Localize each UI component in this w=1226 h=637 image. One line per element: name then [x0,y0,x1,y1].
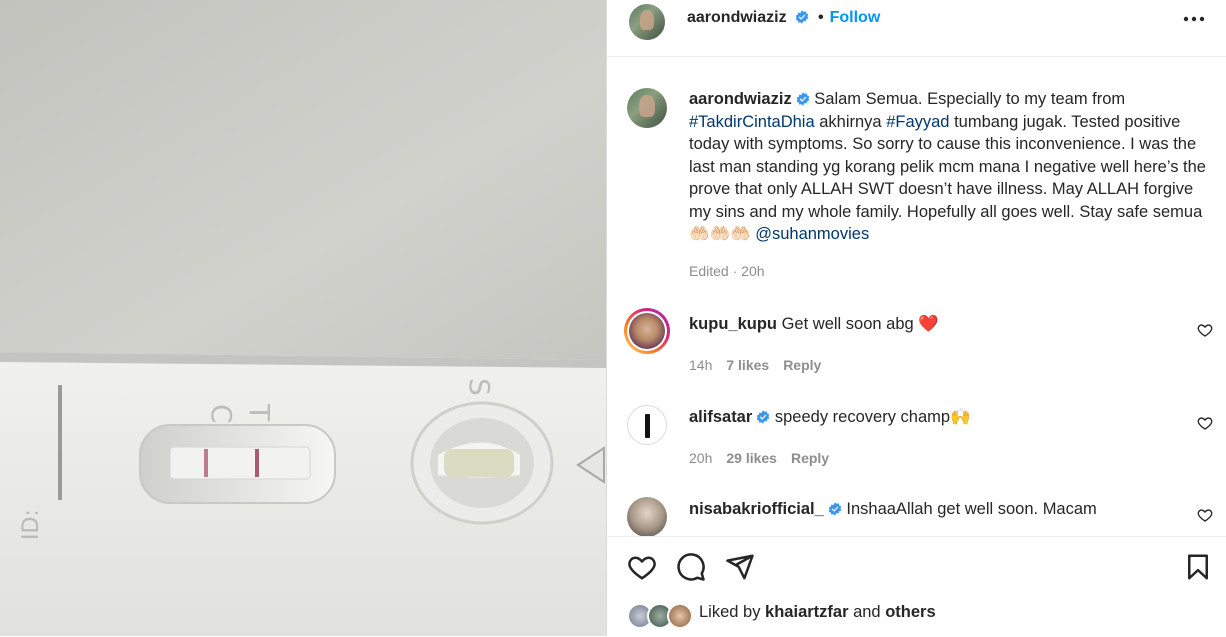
comment-kupu-kupu: kupu_kupu Get well soon abg ❤️ [689,315,939,334]
liked-by-label: Liked by [699,603,766,621]
like-comment-heart-icon[interactable] [1197,507,1213,523]
heart-outline-icon[interactable] [627,552,657,582]
comment-likes[interactable]: 7 likes [726,357,769,373]
comment-time[interactable]: 14h [689,357,712,373]
caption-author-avatar[interactable] [627,88,667,128]
comment-meta: 20h 29 likes Reply [689,450,829,466]
comment-text: speedy recovery champ🙌 [770,408,971,426]
test-mark-t: T [243,403,276,422]
edited-label: Edited [689,262,729,279]
like-comment-heart-icon[interactable] [1197,322,1213,338]
caption-text-3: tumbang jugak. Tested positive today wit… [689,112,1206,244]
liker-username[interactable]: khaiartzfar [765,603,848,621]
comment-username[interactable]: kupu_kupu [689,315,777,333]
comment-username[interactable]: nisabakriofficial_ [689,500,824,518]
test-mark-id: ID: [19,509,44,540]
liker-avatar[interactable] [667,603,693,629]
hashtag-link[interactable]: #Fayyad [886,113,949,131]
post-panel: aarondwiaziz • Follow aarondwiaziz Salam … [606,0,1226,637]
author-username[interactable]: aarondwiaziz [687,9,809,27]
comment-avatar-ring[interactable] [624,308,670,354]
header-divider [607,56,1226,57]
comment-meta: 14h 7 likes Reply [689,357,821,373]
comment-text: InshaaAllah get well soon. Macam [841,500,1097,518]
author-name[interactable]: aarondwiaziz [687,9,787,26]
more-options-icon[interactable] [1182,13,1206,25]
caption-text-2: akhirnya [814,112,887,131]
test-kit-illustration: C T S ID: [0,0,606,636]
liked-by-others[interactable]: others [885,603,935,621]
caption-author-name[interactable]: aarondwiaziz [689,90,792,108]
liked-by-and: and [848,603,886,621]
share-icon[interactable] [725,552,755,582]
liked-by: Liked by khaiartzfar and others [699,603,936,622]
heart-emoji: ❤️ [918,315,939,333]
test-mark-c: C [205,404,238,424]
comment-avatar[interactable] [627,497,667,537]
reply-button[interactable]: Reply [791,450,829,466]
comment-text: Get well soon abg [777,315,919,333]
verified-badge-icon [796,92,809,106]
follow-area: • Follow [818,9,880,27]
edited-separator: · [732,262,738,279]
comment-icon[interactable] [676,552,706,582]
caption-text-1: Salam Semua. Especially to my team from [809,90,1126,108]
author-avatar[interactable] [627,2,667,42]
comment-avatar[interactable] [629,313,665,349]
verified-badge-icon [757,410,770,424]
comment-username[interactable]: alifsatar [689,408,752,426]
post-header: aarondwiaziz • Follow [607,0,1226,42]
comment-alifsatar: alifsatar speedy recovery champ🙌 [689,408,971,427]
verified-badge-icon [795,10,809,24]
comment-time[interactable]: 20h [689,450,712,466]
verified-badge-icon [828,502,842,516]
bookmark-icon[interactable] [1183,552,1213,582]
comment-avatar[interactable] [627,405,667,445]
comment-nisabakri: nisabakriofficial_ InshaaAllah get well … [689,500,1097,519]
caption-meta: Edited · 20h [689,260,1219,283]
follow-button[interactable]: Follow [830,9,881,26]
follow-separator: • [818,9,824,26]
post-actions: Liked by khaiartzfar and others [607,536,1226,637]
test-mark-s: S [463,378,496,396]
post-photo[interactable]: C T S ID: [0,0,606,636]
hashtag-link[interactable]: #TakdirCintaDhia [689,113,815,131]
like-comment-heart-icon[interactable] [1197,415,1213,431]
mention-link[interactable]: @suhanmovies [755,225,869,243]
edited-time[interactable]: 20h [741,263,764,279]
reply-button[interactable]: Reply [783,357,821,373]
post-caption: aarondwiaziz Salam Semua. Especially to … [689,88,1219,282]
comment-likes[interactable]: 29 likes [726,450,777,466]
